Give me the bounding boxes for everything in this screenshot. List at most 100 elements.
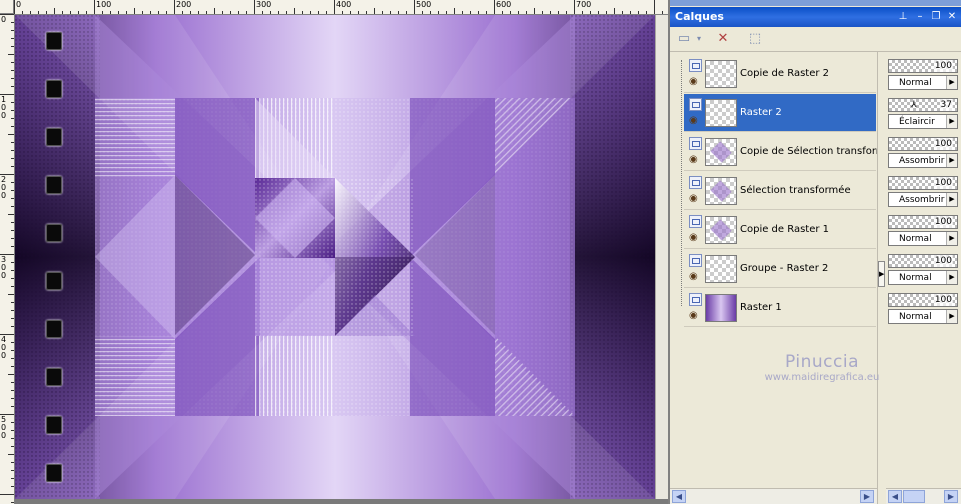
layer-type-icon[interactable] [689, 98, 702, 111]
props-scroll-thumb[interactable] [903, 490, 925, 503]
visibility-eye-icon[interactable]: ◉ [689, 115, 698, 127]
ruler-tick [11, 382, 14, 383]
delete-layer-icon[interactable]: ✕ [714, 30, 732, 48]
layer-row[interactable]: ◉ Copie de Raster 2 [684, 55, 876, 93]
opacity-slider[interactable]: 100 [888, 293, 958, 307]
splitter-arrow-icon[interactable]: ▶ [878, 261, 885, 287]
opacity-slider[interactable]: ⅄ 37 [888, 98, 958, 112]
ruler-tick [630, 11, 631, 14]
properties-horizontal-scrollbar[interactable]: ◀ ▶ [886, 488, 961, 504]
ruler-tick [118, 11, 119, 14]
visibility-eye-icon[interactable]: ◉ [689, 310, 698, 322]
artwork [15, 15, 655, 499]
ruler-corner [0, 0, 14, 14]
artwork-black-square [46, 320, 62, 338]
ruler-top-label: 300 [256, 0, 272, 9]
ruler-tick [46, 11, 47, 14]
ruler-tick [11, 430, 14, 431]
ruler-tick [11, 326, 14, 327]
visibility-eye-icon[interactable]: ◉ [689, 154, 698, 166]
opacity-marker-icon[interactable]: ⅄ [911, 100, 917, 111]
ruler-tick [11, 398, 14, 399]
artwork-black-square [46, 224, 62, 242]
ruler-tick [11, 142, 14, 143]
blend-mode-arrow-icon[interactable]: ▶ [946, 310, 957, 323]
canvas-vertical-scrollbar[interactable] [655, 15, 668, 499]
blend-mode-select[interactable]: Normal ▶ [888, 270, 958, 285]
ruler-tick [11, 246, 14, 247]
layer-row[interactable]: ◉ Raster 2 [684, 94, 876, 132]
layer-type-icon[interactable] [689, 293, 702, 306]
layer-row[interactable]: ◉ Sélection transformée [684, 172, 876, 210]
scroll-right-button[interactable]: ▶ [860, 490, 874, 503]
scroll-left-button[interactable]: ◀ [672, 490, 686, 503]
blend-mode-select[interactable]: Normal ▶ [888, 309, 958, 324]
visibility-eye-icon[interactable]: ◉ [689, 232, 698, 244]
ruler-tick [350, 11, 351, 14]
ruler-tick [11, 366, 14, 367]
blend-mode-arrow-icon[interactable]: ▶ [946, 76, 957, 89]
ruler-top-label: 400 [336, 0, 352, 9]
blend-mode-arrow-icon[interactable]: ▶ [946, 271, 957, 284]
layer-type-icon[interactable] [689, 215, 702, 228]
blend-mode-select[interactable]: Éclaircir ▶ [888, 114, 958, 129]
canvas-area[interactable]: 0 100 200 300 400 500 600 700 0 1 0 0 2 0 0 3 0 0 4… [0, 0, 668, 504]
blend-mode-select[interactable]: Normal ▶ [888, 231, 958, 246]
layer-type-icon[interactable] [689, 137, 702, 150]
ruler-tick [11, 238, 14, 239]
ruler-tick [11, 118, 14, 119]
blend-mode-label: Assombrir [899, 156, 945, 166]
opacity-slider[interactable]: 100 [888, 254, 958, 268]
ruler-tick [550, 11, 551, 14]
blend-mode-arrow-icon[interactable]: ▶ [946, 154, 957, 167]
edit-selection-icon[interactable]: ⬚ [746, 30, 764, 48]
layer-properties-row: 100 Normal ▶ [888, 55, 961, 93]
new-layer-dropdown-icon[interactable]: ▾ [690, 30, 708, 48]
ruler-tick [11, 158, 14, 159]
ruler-left: 0 1 0 0 2 0 0 3 0 0 4 0 0 5 0 0 [0, 14, 15, 504]
blend-mode-arrow-icon[interactable]: ▶ [946, 193, 957, 206]
visibility-eye-icon[interactable]: ◉ [689, 271, 698, 283]
panel-splitter[interactable]: ▶ [877, 52, 886, 504]
minimize-button[interactable]: – [913, 10, 927, 23]
blend-mode-arrow-icon[interactable]: ▶ [946, 115, 957, 128]
visibility-eye-icon[interactable]: ◉ [689, 193, 698, 205]
blend-mode-select[interactable]: Assombrir ▶ [888, 192, 958, 207]
ruler-tick [246, 11, 247, 14]
close-button[interactable]: ✕ [945, 10, 959, 23]
ruler-tick [8, 214, 14, 215]
layer-name: Copie de Raster 2 [740, 68, 830, 79]
layer-list-horizontal-scrollbar[interactable]: ◀ ▶ [670, 488, 877, 504]
ruler-tick [30, 11, 31, 14]
opacity-slider[interactable]: 100 [888, 137, 958, 151]
artwork-black-square [46, 416, 62, 434]
ruler-tick [182, 11, 183, 14]
opacity-slider[interactable]: 100 [888, 59, 958, 73]
layer-type-icon[interactable] [689, 254, 702, 267]
blend-mode-select[interactable]: Assombrir ▶ [888, 153, 958, 168]
layer-row[interactable]: ◉ Copie de Raster 1 [684, 211, 876, 249]
layer-type-icon[interactable] [689, 176, 702, 189]
restore-button[interactable]: ❐ [929, 10, 943, 23]
layer-type-icon[interactable] [689, 59, 702, 72]
visibility-eye-icon[interactable]: ◉ [689, 76, 698, 88]
props-scroll-left-button[interactable]: ◀ [888, 490, 902, 503]
ruler-tick [11, 38, 14, 39]
layer-list[interactable]: ◉ Copie de Raster 2 ◉ Raster 2 ◉ Copie de Sél… [670, 52, 898, 504]
ruler-tick [622, 11, 623, 14]
opacity-slider[interactable]: 100 [888, 215, 958, 229]
blend-mode-select[interactable]: Normal ▶ [888, 75, 958, 90]
ruler-tick [11, 270, 14, 271]
ruler-tick [22, 11, 23, 14]
image-canvas[interactable] [15, 15, 655, 499]
props-scroll-right-button[interactable]: ▶ [944, 490, 958, 503]
layers-titlebar[interactable]: Calques ⊥ – ❐ ✕ [670, 7, 961, 27]
layer-row[interactable]: ◉ Copie de Sélection transformée [684, 133, 898, 171]
pin-button[interactable]: ⊥ [896, 10, 910, 23]
ruler-tick [11, 110, 14, 111]
layer-row[interactable]: ◉ Raster 1 [684, 289, 876, 327]
ruler-tick [566, 11, 567, 14]
blend-mode-arrow-icon[interactable]: ▶ [946, 232, 957, 245]
opacity-slider[interactable]: 100 [888, 176, 958, 190]
layer-row[interactable]: ◉ Groupe - Raster 2 [684, 250, 876, 288]
